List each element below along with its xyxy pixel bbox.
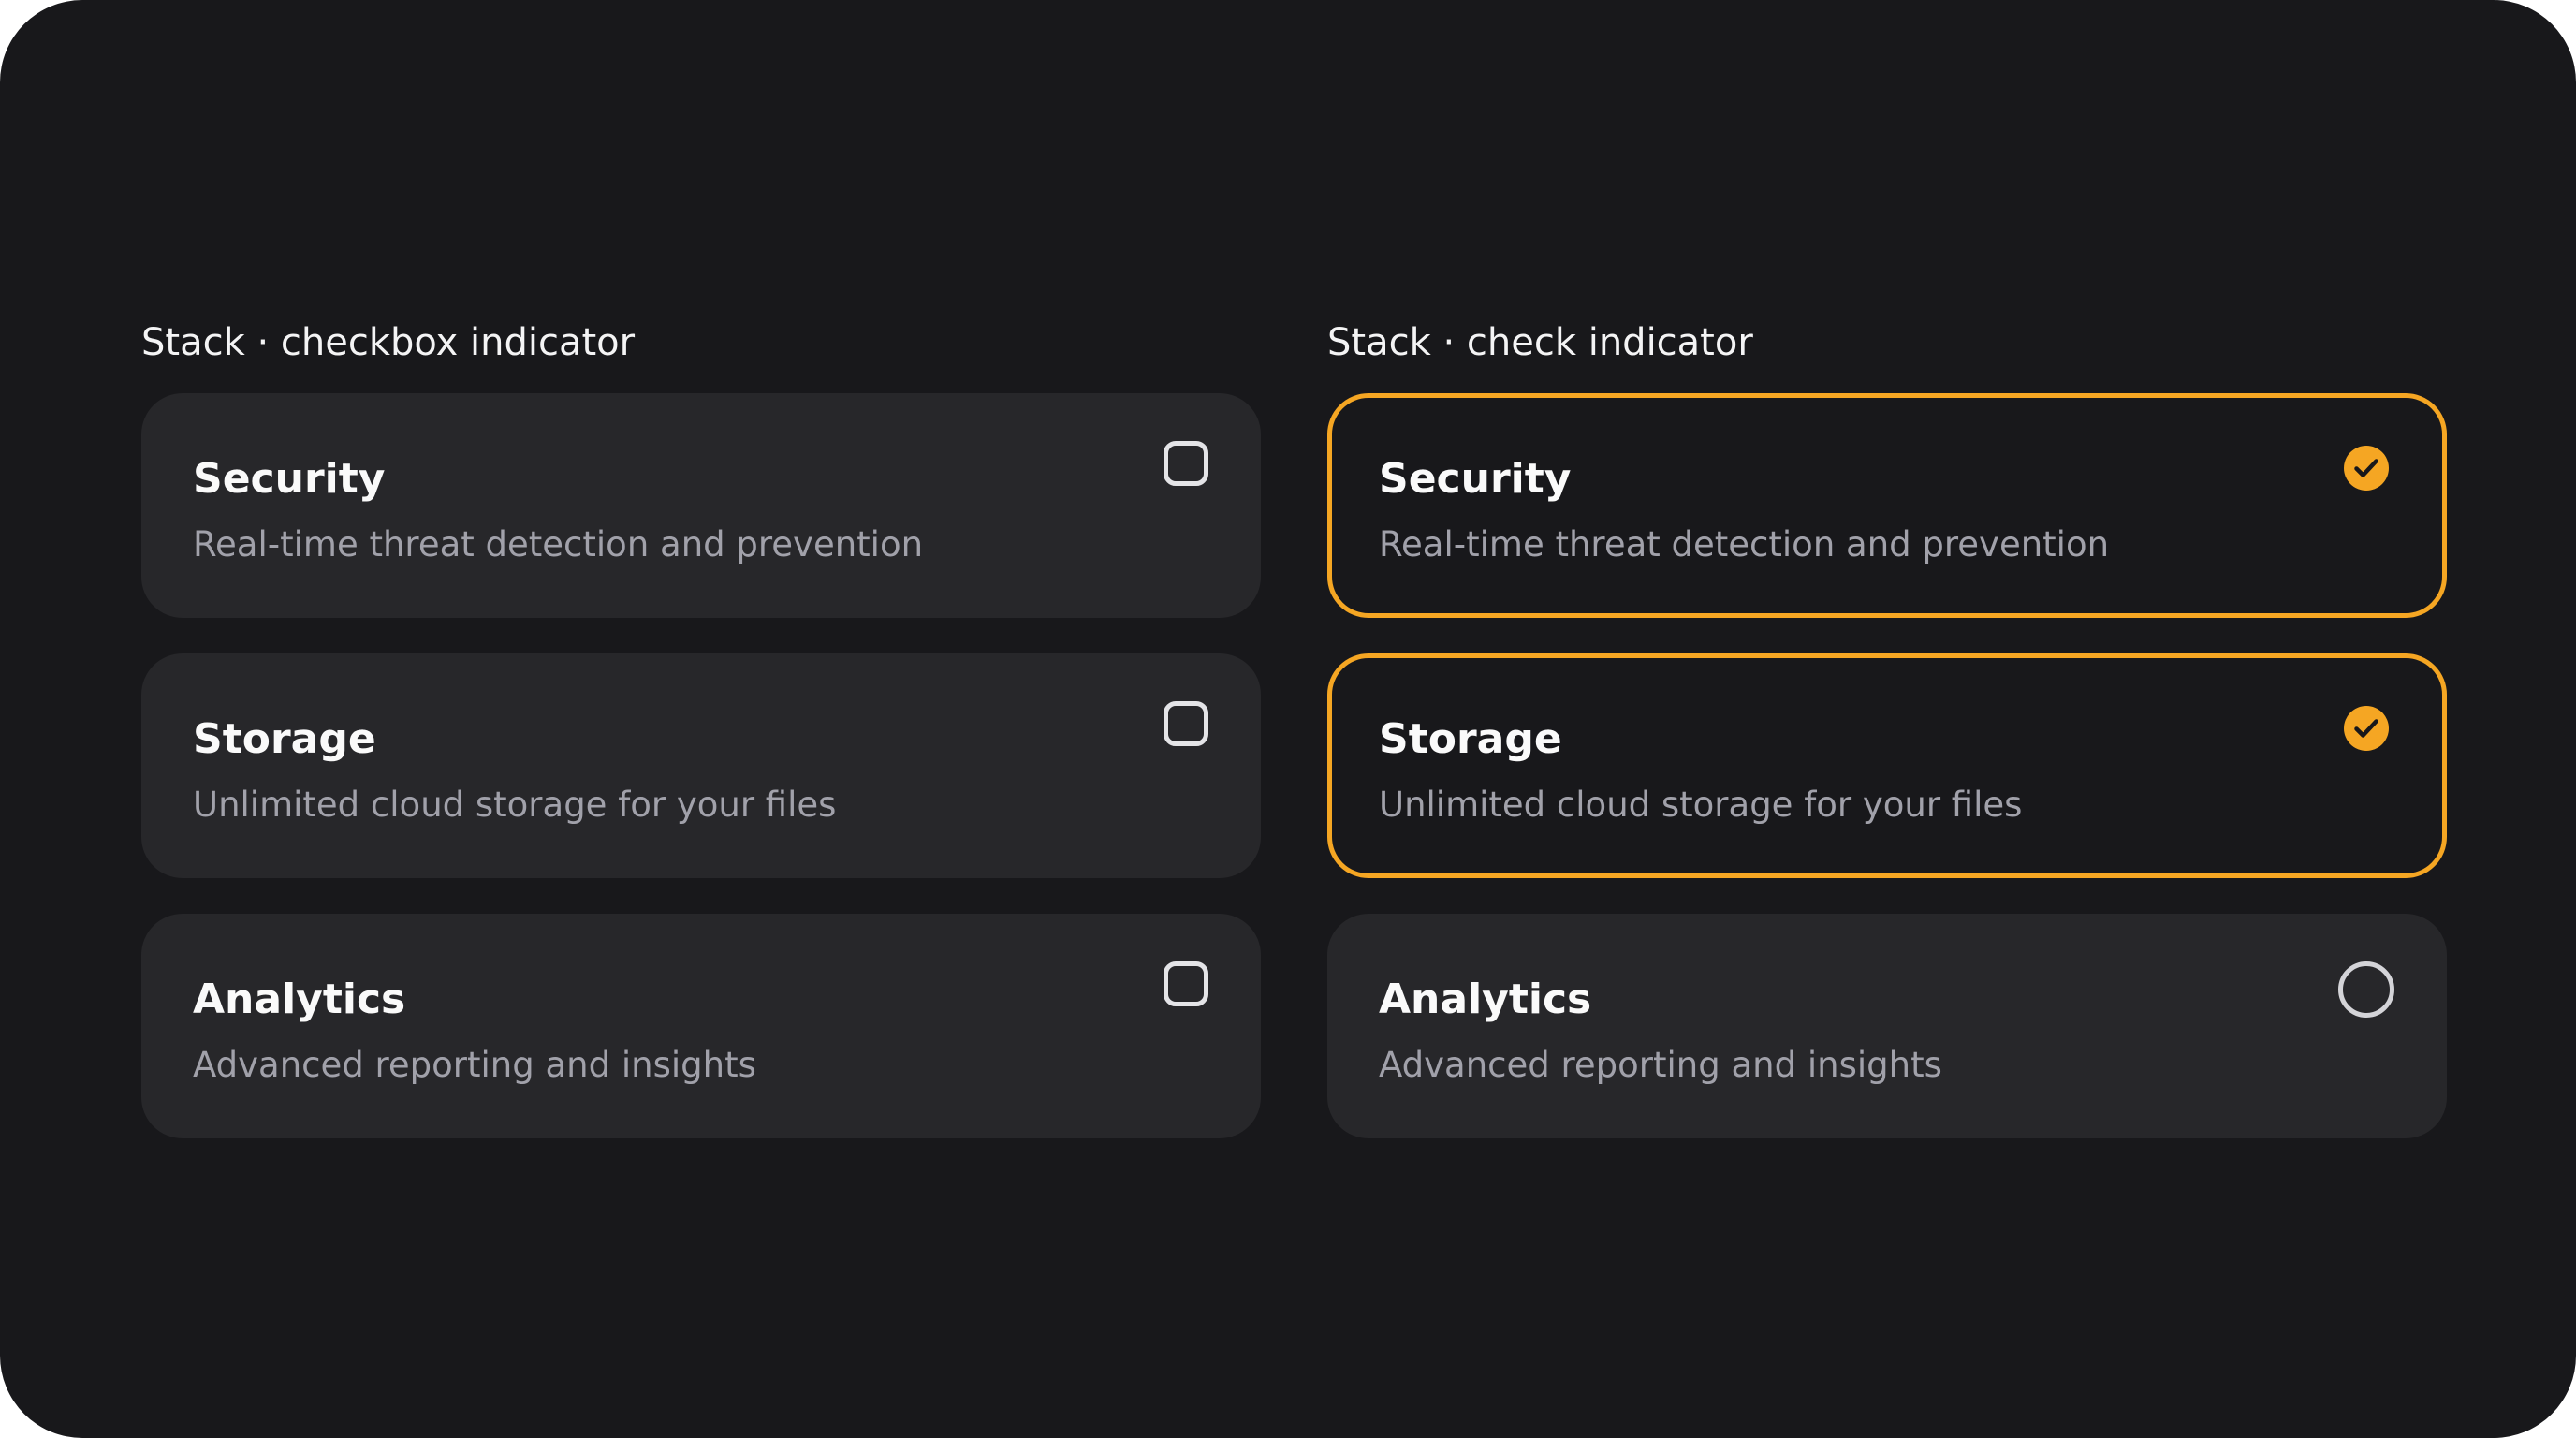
check-circle-filled-icon[interactable] [2344, 706, 2389, 751]
option-card-analytics[interactable]: Analytics Advanced reporting and insight… [141, 914, 1261, 1138]
option-card-security[interactable]: Security Real-time threat detection and … [1327, 393, 2447, 618]
option-title: Storage [1379, 715, 1562, 763]
section-heading: Stack · check indicator [1327, 321, 1753, 364]
option-description: Unlimited cloud storage for your files [193, 785, 837, 825]
option-title: Analytics [1379, 976, 1592, 1023]
option-card-analytics[interactable]: Analytics Advanced reporting and insight… [1327, 914, 2447, 1138]
option-title: Analytics [193, 976, 406, 1023]
option-title: Security [1379, 455, 1572, 503]
circle-empty-icon[interactable] [2338, 961, 2394, 1018]
option-card-security[interactable]: Security Real-time threat detection and … [141, 393, 1261, 618]
option-title: Storage [193, 715, 376, 763]
checkbox-empty-icon[interactable] [1164, 961, 1208, 1006]
section-heading: Stack · checkbox indicator [141, 321, 636, 364]
option-card-storage[interactable]: Storage Unlimited cloud storage for your… [141, 653, 1261, 878]
option-title: Security [193, 455, 386, 503]
option-description: Unlimited cloud storage for your files [1379, 785, 2023, 825]
check-circle-filled-icon[interactable] [2344, 446, 2389, 491]
option-description: Advanced reporting and insights [193, 1045, 756, 1085]
canvas: Stack · checkbox indicator Security Real… [0, 0, 2576, 1438]
option-description: Real-time threat detection and preventio… [193, 524, 924, 565]
checkbox-empty-icon[interactable] [1164, 441, 1208, 486]
checkbox-empty-icon[interactable] [1164, 701, 1208, 746]
option-description: Advanced reporting and insights [1379, 1045, 1942, 1085]
option-description: Real-time threat detection and preventio… [1379, 524, 2110, 565]
option-card-storage[interactable]: Storage Unlimited cloud storage for your… [1327, 653, 2447, 878]
